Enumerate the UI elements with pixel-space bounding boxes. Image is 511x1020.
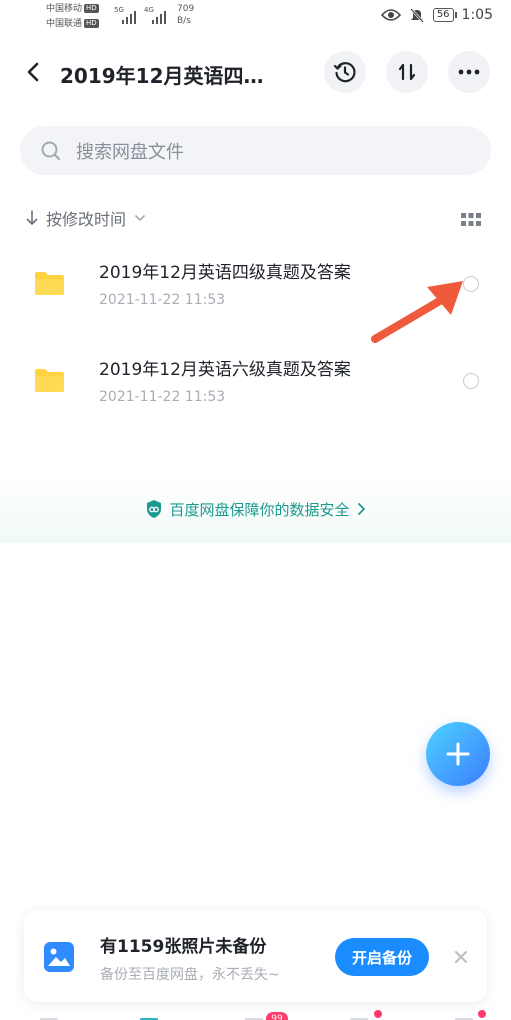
shield-icon	[147, 500, 162, 518]
carrier-2: 中国联通 HD	[46, 19, 99, 29]
eye-icon	[380, 9, 401, 21]
page-title: 2019年12月英语四…	[60, 64, 264, 88]
sort-selector[interactable]: 按修改时间	[26, 206, 146, 230]
more-button[interactable]	[448, 51, 490, 93]
transfer-button[interactable]	[386, 51, 428, 93]
sort-down-arrow-icon	[26, 210, 38, 225]
notification-badge: 99	[266, 1012, 288, 1020]
transfer-icon	[398, 63, 416, 81]
folder-icon	[35, 369, 64, 392]
file-modified-time: 2021-11-22 11:53	[99, 292, 226, 308]
chevron-down-icon	[135, 215, 145, 221]
network-speed: 709 B/s	[177, 4, 195, 26]
add-button[interactable]	[426, 722, 490, 786]
search-icon	[41, 141, 61, 160]
signal-icon-2: 4G	[144, 6, 166, 24]
notification-dot	[374, 1010, 382, 1018]
grid-view-icon[interactable]	[461, 212, 481, 228]
backup-subtitle: 备份至百度网盘，永不丢失~	[100, 967, 280, 983]
clock: 1:05	[461, 7, 493, 23]
file-modified-time: 2021-11-22 11:53	[99, 389, 226, 405]
backup-prompt-card: 有1159张照片未备份 备份至百度网盘，永不丢失~ 开启备份	[24, 910, 487, 1002]
list-item[interactable]: 2019年12月英语六级真题及答案 2021-11-22 11:53	[0, 337, 511, 427]
backup-title: 有1159张照片未备份	[100, 937, 267, 957]
search-input[interactable]: 搜索网盘文件	[20, 126, 491, 175]
file-name: 2019年12月英语六级真题及答案	[99, 360, 351, 380]
header: 2019年12月英语四…	[0, 48, 511, 98]
tab-bar: 99	[0, 1006, 511, 1020]
folder-icon	[35, 272, 64, 295]
status-bar: 中国移动 HD 中国联通 HD 5G 4G 709 B/s 56 1:05	[0, 0, 511, 34]
file-name: 2019年12月英语四级真题及答案	[99, 263, 351, 283]
history-icon	[333, 62, 356, 83]
annotation-arrow-icon	[371, 281, 463, 343]
select-checkbox[interactable]	[463, 373, 479, 389]
bell-muted-icon	[409, 8, 424, 23]
photo-icon	[44, 942, 74, 972]
enable-backup-button[interactable]: 开启备份	[335, 938, 429, 976]
more-icon	[458, 69, 480, 75]
plus-icon	[446, 742, 470, 766]
security-banner-text: 百度网盘保障你的数据安全	[169, 500, 350, 519]
battery-indicator: 56	[432, 8, 457, 22]
search-placeholder: 搜索网盘文件	[76, 141, 184, 163]
security-banner[interactable]: 百度网盘保障你的数据安全	[0, 475, 511, 543]
sort-label: 按修改时间	[46, 210, 127, 229]
back-icon[interactable]	[20, 58, 48, 86]
carrier-1: 中国移动 HD	[46, 4, 99, 14]
chevron-right-icon	[357, 503, 365, 515]
signal-icon-1: 5G	[114, 6, 136, 24]
close-icon[interactable]	[454, 950, 468, 964]
history-button[interactable]	[324, 51, 366, 93]
notification-dot	[478, 1010, 486, 1018]
